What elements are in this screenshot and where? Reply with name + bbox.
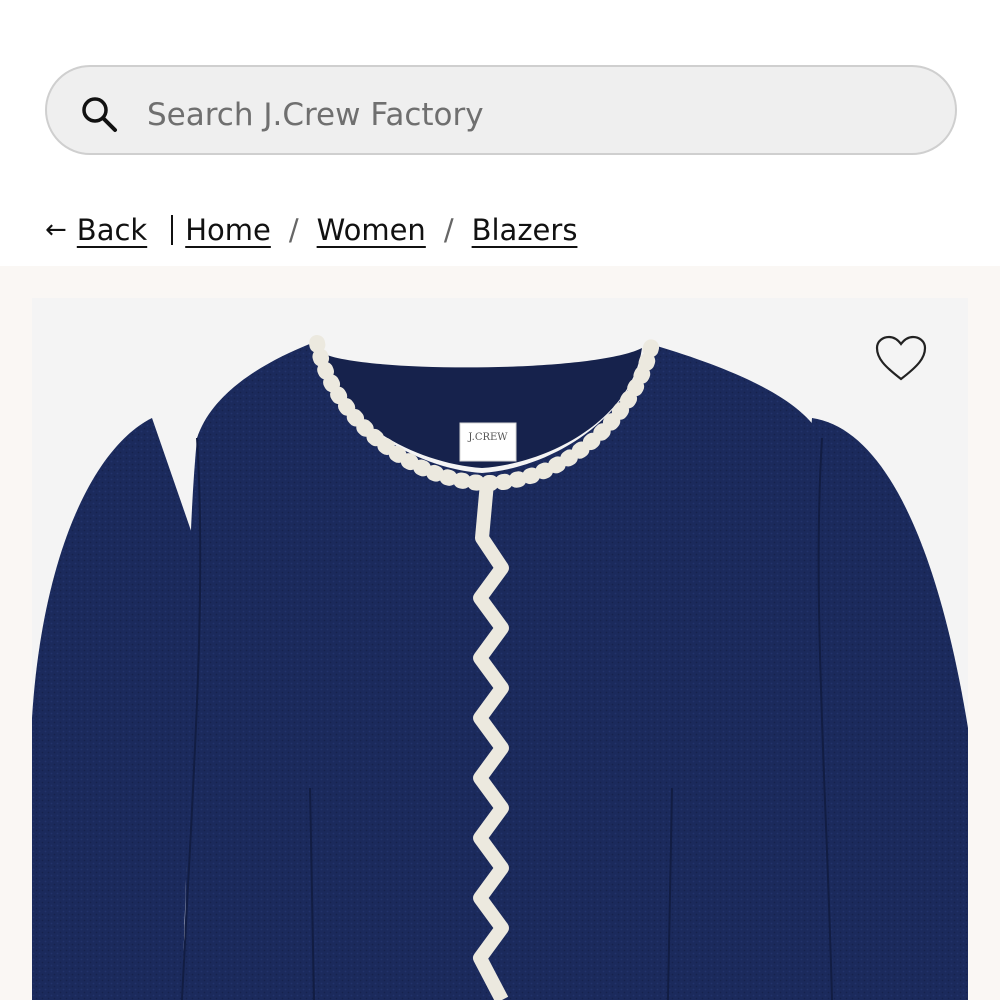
breadcrumb: ← Back Home / Women / Blazers xyxy=(45,208,577,252)
jacket-illustration xyxy=(32,335,968,1000)
breadcrumb-separator: / xyxy=(288,213,299,247)
back-arrow-icon[interactable]: ← xyxy=(45,215,67,245)
heart-icon[interactable] xyxy=(874,334,928,384)
search-input[interactable] xyxy=(145,92,909,138)
search-icon[interactable] xyxy=(80,95,118,133)
breadcrumb-blazers[interactable]: Blazers xyxy=(472,213,578,247)
breadcrumb-separator: / xyxy=(443,213,454,247)
breadcrumb-divider xyxy=(171,215,174,245)
breadcrumb-home[interactable]: Home xyxy=(185,213,271,247)
breadcrumb-women[interactable]: Women xyxy=(317,213,426,247)
product-image[interactable] xyxy=(32,298,968,1000)
back-link[interactable]: Back xyxy=(77,213,147,247)
brand-label: J.CREW xyxy=(468,432,508,443)
